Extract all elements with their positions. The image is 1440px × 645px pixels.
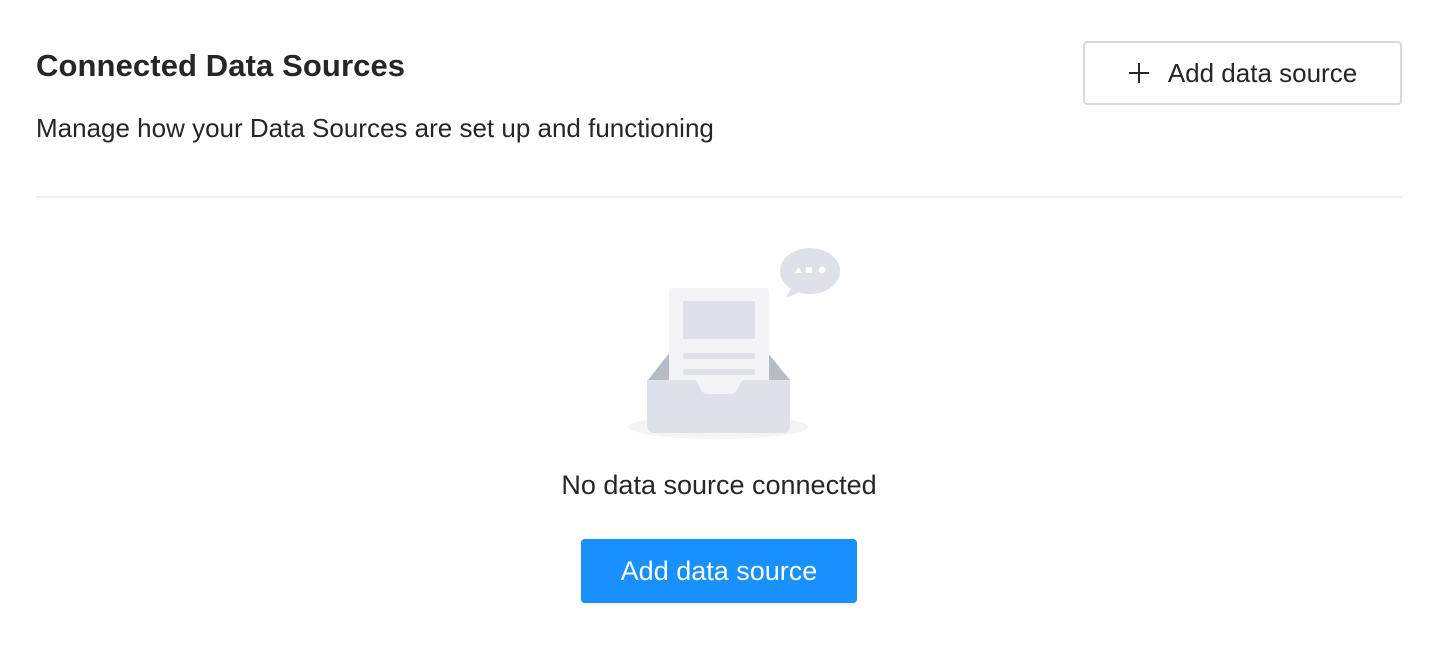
empty-state: No data source connected Add data source — [0, 198, 1440, 645]
page-title: Connected Data Sources — [36, 48, 406, 83]
add-data-source-primary-button[interactable]: Add data source — [581, 539, 857, 603]
add-data-source-button-label: Add data source — [1167, 57, 1358, 88]
add-data-source-button[interactable]: Add data source — [1083, 41, 1402, 105]
plus-icon — [1128, 63, 1149, 83]
page-subtitle: Manage how your Data Sources are set up … — [36, 113, 714, 143]
empty-inbox-illustration — [628, 248, 840, 439]
page-header: Connected Data Sources Manage how your D… — [36, 0, 1402, 198]
empty-state-message: No data source connected — [561, 470, 877, 500]
